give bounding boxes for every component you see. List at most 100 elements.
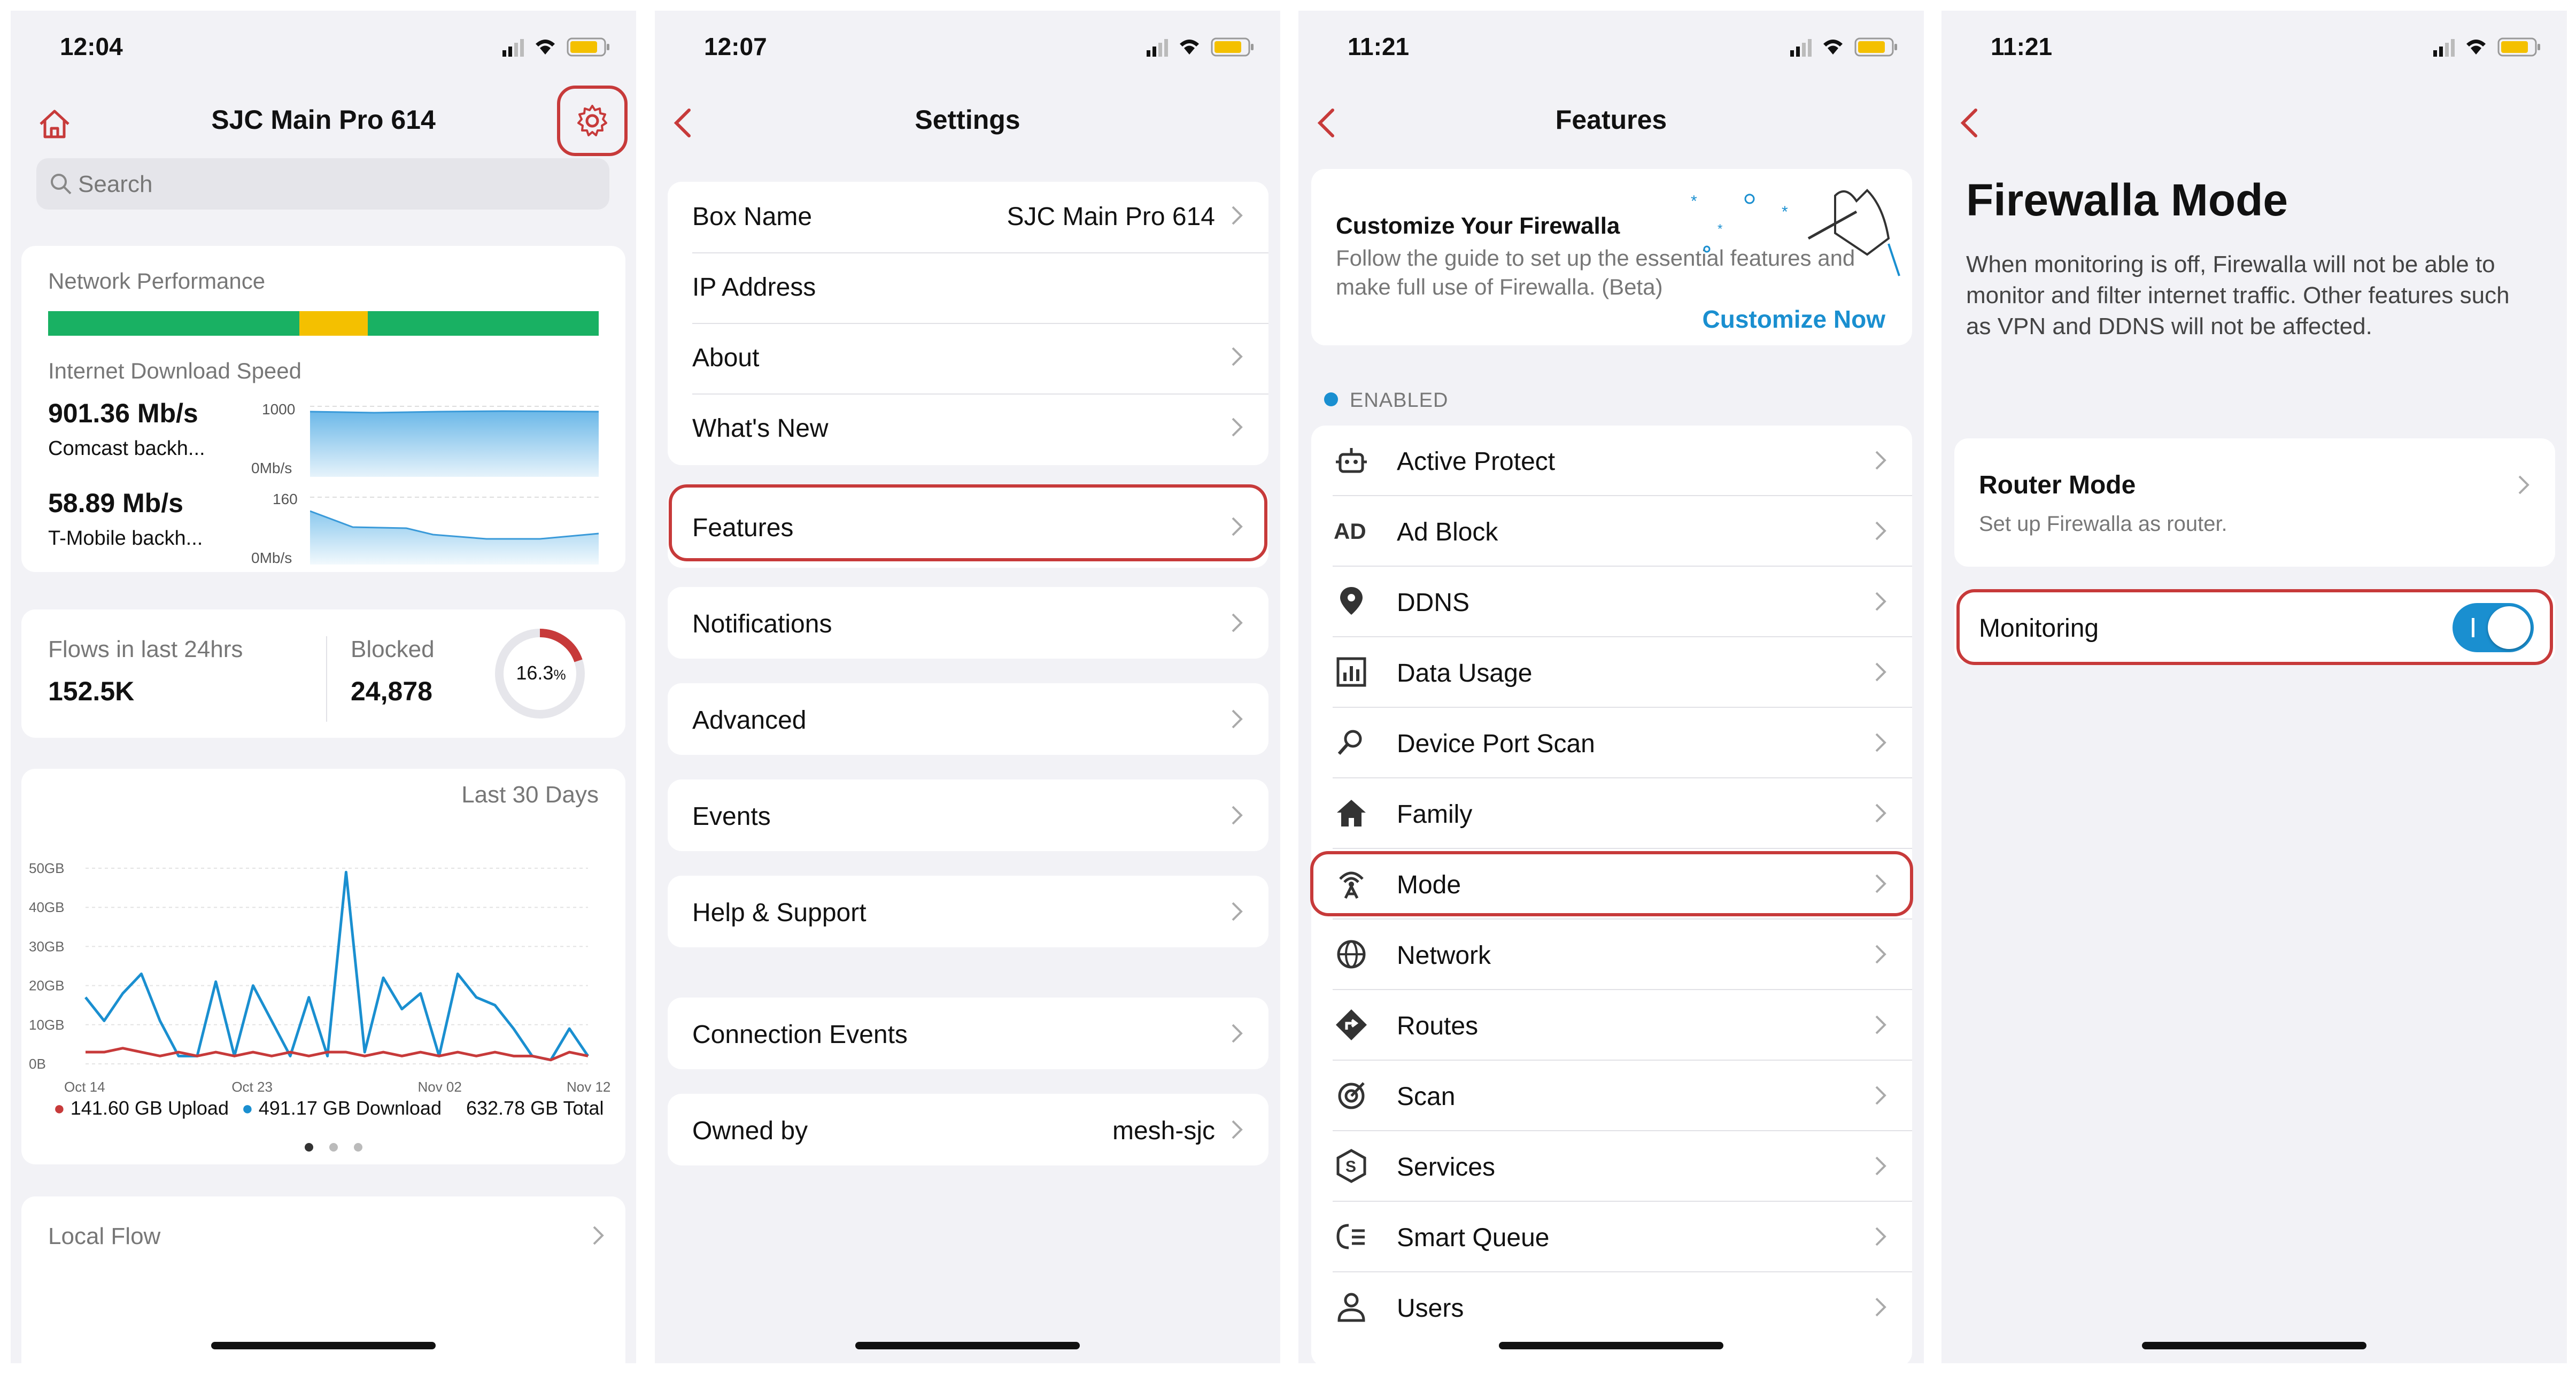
x-tick-label: Oct 23 <box>231 1079 273 1095</box>
chevron-right-icon <box>593 1226 604 1245</box>
feature-item-active-protect[interactable]: Active Protect <box>1311 426 1912 496</box>
flows-label: Flows in last 24hrs <box>48 636 243 662</box>
box-name-label: Box Name <box>692 203 813 231</box>
whats-new-item[interactable]: What's New <box>692 414 829 443</box>
wan1-speed: 901.36 Mb/s <box>48 398 198 428</box>
feature-item-ddns[interactable]: DDNS <box>1311 567 1912 637</box>
svg-text:S: S <box>1345 1158 1356 1176</box>
settings-screen: 12:07 Settings Box Name SJC Main Pro 614… <box>655 11 1280 1363</box>
connection-events-item[interactable]: Connection Events <box>668 998 1268 1069</box>
house-icon <box>1337 800 1366 826</box>
chevron-right-icon <box>1875 733 1886 752</box>
chevron-right-icon <box>1232 613 1243 632</box>
chevron-right-icon <box>1232 902 1243 921</box>
chevron-right-icon <box>1875 521 1886 540</box>
mode-description: When monitoring is off, Firewalla will n… <box>1966 251 2510 339</box>
divider <box>692 323 1268 324</box>
y-tick-label: 20GB <box>29 978 65 994</box>
home-indicator <box>855 1342 1080 1349</box>
feature-label: Device Port Scan <box>1397 730 1595 758</box>
box-home-screen: 12:04 SJC Main Pro 614 Search Network Pe… <box>11 11 636 1363</box>
usage-line-chart: 50GB 40GB 30GB 20GB 10GB 0B Oct 14 Oct 23 Nov 02… <box>29 860 610 1095</box>
search-input[interactable]: Search <box>36 158 609 210</box>
box-title: SJC Main Pro 614 <box>211 105 436 135</box>
wan1-axis-bottom: 0Mb/s <box>251 460 292 476</box>
connection-events-label: Connection Events <box>692 1021 908 1049</box>
router-mode-item[interactable]: Router Mode Set up Firewalla as router. <box>1954 438 2555 567</box>
events-item[interactable]: Events <box>668 779 1268 851</box>
feature-item-smart-queue[interactable]: Smart Queue <box>1311 1202 1912 1272</box>
customize-illustration-icon: * * * <box>1691 189 1900 276</box>
status-time: 11:21 <box>1991 33 2053 60</box>
customize-card[interactable]: Customize Your Firewalla Follow the guid… <box>1311 169 1912 345</box>
chevron-right-icon <box>2518 475 2529 495</box>
chevron-right-icon <box>1232 347 1243 366</box>
y-tick-label: 0B <box>29 1056 46 1072</box>
feature-label: Services <box>1397 1153 1496 1181</box>
bar-chart-icon <box>1336 657 1366 687</box>
search-placeholder: Search <box>78 171 153 197</box>
blocked-percent-unit: % <box>553 667 566 683</box>
x-tick-label: Oct 14 <box>64 1079 105 1095</box>
feature-item-services[interactable]: S Services <box>1311 1131 1912 1202</box>
owned-by-item[interactable]: Owned by mesh-sjc <box>668 1094 1268 1165</box>
performance-bar <box>48 311 599 336</box>
feature-item-scan[interactable]: Scan <box>1311 1061 1912 1131</box>
feature-item-routes[interactable]: Routes <box>1311 990 1912 1061</box>
feature-item-device-port-scan[interactable]: Device Port Scan <box>1311 708 1912 778</box>
location-pin-icon <box>1340 587 1363 615</box>
y-tick-label: 30GB <box>29 938 65 954</box>
gear-icon[interactable] <box>575 104 609 138</box>
wan2-axis-top: 160 <box>273 491 298 507</box>
series-line-download <box>84 870 590 1062</box>
feature-item-data-usage[interactable]: Data Usage <box>1311 637 1912 708</box>
target-icon <box>1338 1082 1365 1109</box>
usage-chart-card[interactable]: Last 30 Days 50GB 40GB 30GB 20GB 10GB 0B Oct 1… <box>21 769 625 1164</box>
chevron-right-icon <box>1875 1086 1886 1105</box>
feature-item-ad-block[interactable]: AD Ad Block <box>1311 496 1912 567</box>
network-performance-card[interactable]: Network Performance Internet Download Sp… <box>21 246 625 572</box>
chart-legend: ● 141.60 GB Upload ● 491.17 GB Download … <box>53 1097 604 1119</box>
feature-item-network[interactable]: Network <box>1311 920 1912 990</box>
notifications-label: Notifications <box>692 610 832 638</box>
feature-label: Scan <box>1397 1083 1456 1111</box>
feature-label: Smart Queue <box>1397 1224 1550 1252</box>
flows-divider <box>326 636 327 722</box>
feature-item-family[interactable]: Family <box>1311 778 1912 849</box>
back-icon[interactable] <box>1954 107 1986 139</box>
download-legend: 491.17 GB Download <box>258 1097 442 1119</box>
customize-now-link[interactable]: Customize Now <box>1703 305 1885 334</box>
box-name-value[interactable]: SJC Main Pro 614 <box>1007 202 1215 231</box>
wan2-speed: 58.89 Mb/s <box>48 488 183 518</box>
about-item[interactable]: About <box>692 343 759 373</box>
chevron-right-icon <box>1875 662 1886 682</box>
home-indicator <box>1499 1342 1723 1349</box>
feature-item-users[interactable]: Users <box>1311 1272 1912 1343</box>
wan1-name: Comcast backh... <box>48 437 205 460</box>
chevron-right-icon <box>1875 1227 1886 1246</box>
feature-label: Active Protect <box>1397 447 1556 476</box>
services-icon: S <box>1336 1149 1366 1183</box>
settings-title: Settings <box>915 105 1020 135</box>
chevron-right-icon <box>1875 1297 1886 1317</box>
local-flow-label: Local Flow <box>48 1223 161 1249</box>
mode-highlight <box>1310 851 1913 916</box>
help-support-item[interactable]: Help & Support <box>668 876 1268 947</box>
search-icon <box>51 174 72 195</box>
home-indicator <box>2142 1342 2366 1349</box>
notifications-item[interactable]: Notifications <box>668 587 1268 659</box>
advanced-item[interactable]: Advanced <box>668 683 1268 755</box>
feature-label: Family <box>1397 800 1473 829</box>
status-icons <box>2433 37 2540 57</box>
local-flow-card[interactable]: Local Flow <box>21 1196 625 1363</box>
user-icon <box>1337 1293 1365 1322</box>
internet-download-label: Internet Download Speed <box>48 358 301 383</box>
advanced-label: Advanced <box>692 706 807 735</box>
chevron-right-icon <box>1232 709 1243 729</box>
performance-bar-warning <box>299 311 368 336</box>
feature-label: DDNS <box>1397 589 1470 617</box>
chevron-right-icon <box>1875 1015 1886 1034</box>
flows-card[interactable]: Flows in last 24hrs 152.5K Blocked 24,87… <box>21 609 625 738</box>
chevron-right-icon <box>1232 1120 1243 1139</box>
ip-address-item[interactable]: IP Address <box>692 273 816 302</box>
